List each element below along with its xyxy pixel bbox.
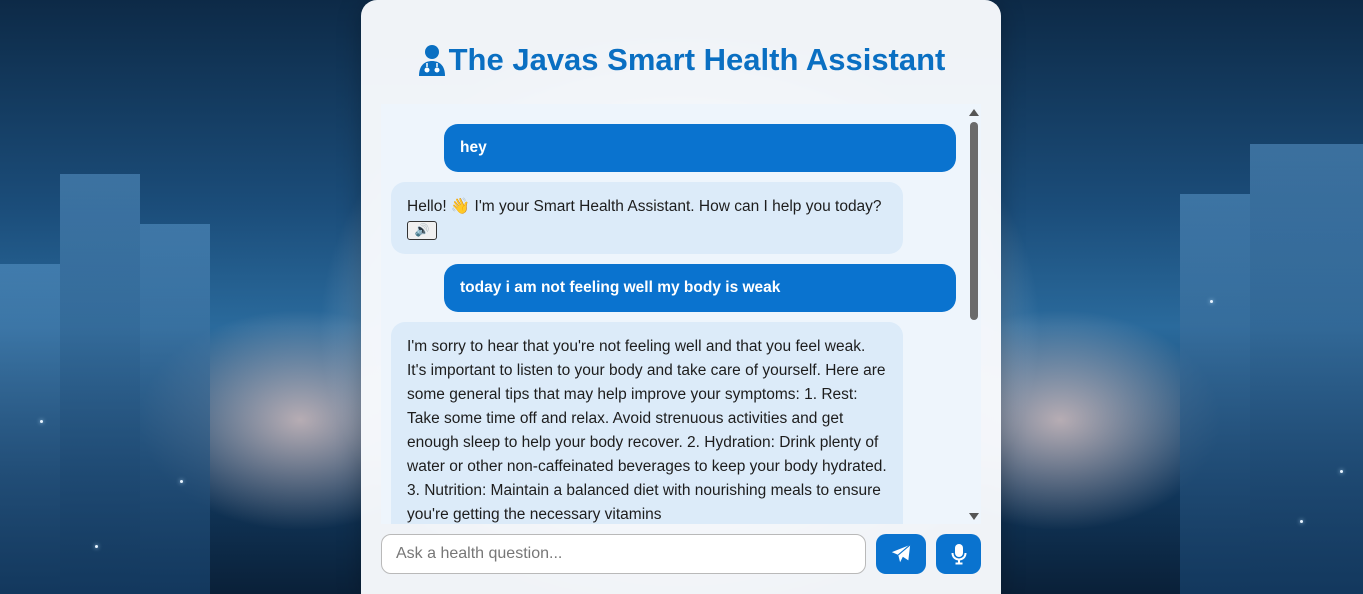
- send-button[interactable]: [876, 534, 926, 574]
- paper-plane-icon: [891, 544, 911, 563]
- scroll-up-arrow-icon[interactable]: [969, 109, 979, 116]
- doctor-icon: [418, 45, 445, 76]
- user-message: today i am not feeling well my body is w…: [444, 264, 956, 312]
- scroll-thumb[interactable]: [970, 122, 978, 320]
- assistant-message: Hello! 👋 I'm your Smart Health Assistant…: [391, 182, 903, 254]
- background-building: [60, 174, 140, 594]
- background-light: [180, 480, 183, 483]
- background-light: [1210, 300, 1213, 303]
- scroll-down-arrow-icon[interactable]: [969, 513, 979, 520]
- chat-messages[interactable]: hey Hello! 👋 I'm your Smart Health Assis…: [381, 104, 981, 524]
- page-title: The Javas Smart Health Assistant: [361, 42, 1001, 78]
- speaker-icon[interactable]: 🔊: [407, 221, 437, 241]
- background-building: [140, 224, 210, 594]
- background-light: [1300, 520, 1303, 523]
- background-building: [0, 264, 60, 594]
- background-light: [1340, 470, 1343, 473]
- microphone-button[interactable]: [936, 534, 981, 574]
- title-text: The Javas Smart Health Assistant: [448, 42, 946, 77]
- microphone-icon: [951, 544, 966, 565]
- assistant-message: I'm sorry to hear that you're not feelin…: [391, 322, 903, 524]
- message-text: today i am not feeling well my body is w…: [460, 279, 781, 296]
- user-message: hey: [444, 124, 956, 172]
- background-light: [95, 545, 98, 548]
- message-text: Hello! 👋 I'm your Smart Health Assistant…: [407, 198, 882, 215]
- background-building: [1250, 144, 1363, 594]
- chat-card: The Javas Smart Health Assistant hey Hel…: [361, 0, 1001, 594]
- background-light: [40, 420, 43, 423]
- background-building: [1180, 194, 1250, 594]
- message-text: I'm sorry to hear that you're not feelin…: [407, 338, 887, 523]
- message-text: hey: [460, 139, 487, 156]
- chat-scrollbar[interactable]: [967, 104, 981, 524]
- question-input[interactable]: [381, 534, 866, 574]
